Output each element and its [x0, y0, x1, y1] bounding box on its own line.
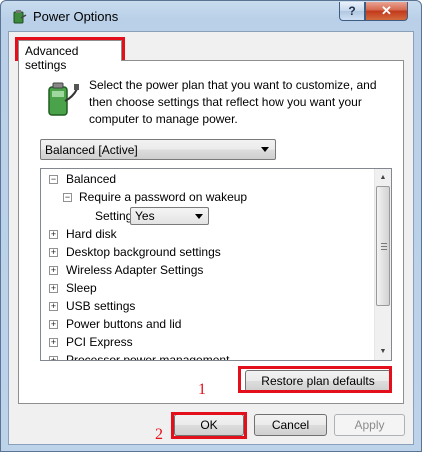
tree-item-label: PCI Express [66, 335, 133, 349]
settings-tree[interactable]: − Balanced − Require a password on wakeu… [40, 168, 392, 361]
expand-icon[interactable]: + [49, 356, 58, 360]
tree-label-password-wakeup: Require a password on wakeup [79, 190, 248, 204]
tree-row-password-wakeup[interactable]: − Require a password on wakeup [41, 188, 375, 206]
power-options-icon [13, 10, 27, 24]
tree-item-usb[interactable]: + USB settings [41, 297, 375, 315]
expand-icon[interactable]: + [49, 230, 58, 239]
tree-item-wireless-adapter[interactable]: + Wireless Adapter Settings [41, 261, 375, 279]
tree-item-power-buttons[interactable]: + Power buttons and lid [41, 315, 375, 333]
scrollbar-thumb[interactable] [376, 186, 390, 306]
scroll-down-icon[interactable]: ▼ [375, 343, 391, 360]
tree-item-label: USB settings [66, 299, 136, 313]
tree-label-balanced: Balanced [66, 172, 117, 186]
tree-item-label: Power buttons and lid [66, 317, 182, 331]
close-button[interactable]: ✕ [365, 2, 408, 21]
grip-line [381, 243, 387, 244]
tree-row-setting: Setting: Yes [41, 206, 375, 226]
power-options-window: Power Options ? ✕ Advanced settings Sele… [0, 0, 422, 452]
callout-number-2: 2 [155, 426, 163, 443]
collapse-icon[interactable]: − [49, 175, 58, 184]
collapse-icon[interactable]: − [63, 193, 72, 202]
restore-highlight-box [238, 366, 392, 393]
setting-value: Yes [135, 209, 155, 223]
power-plug-battery-icon [48, 82, 79, 116]
setting-dropdown[interactable]: Yes [130, 207, 209, 225]
tree-item-label: Processor power management [66, 353, 230, 361]
tree-item-label: Wireless Adapter Settings [66, 263, 204, 277]
tree-item-processor-power[interactable]: + Processor power management [41, 351, 375, 361]
tab-advanced-settings[interactable]: Advanced settings [18, 40, 122, 72]
power-plan-value: Balanced [Active] [45, 143, 138, 157]
help-button[interactable]: ? [339, 2, 365, 21]
ok-highlight-box [171, 412, 247, 439]
grip-line [381, 249, 387, 250]
tree-item-desktop-background[interactable]: + Desktop background settings [41, 243, 375, 261]
chevron-down-icon [195, 214, 203, 219]
tree-row-balanced[interactable]: − Balanced [41, 170, 375, 188]
tree-item-label: Sleep [66, 281, 97, 295]
window-title: Power Options [33, 9, 119, 24]
callout-number-1: 1 [198, 381, 206, 398]
power-plan-dropdown[interactable]: Balanced [Active] [40, 139, 276, 160]
expand-icon[interactable]: + [49, 284, 58, 293]
chevron-down-icon [261, 147, 269, 152]
expand-icon[interactable]: + [49, 320, 58, 329]
advanced-settings-panel: Select the power plan that you want to c… [18, 60, 404, 404]
expand-icon[interactable]: + [49, 248, 58, 257]
expand-icon[interactable]: + [49, 302, 58, 311]
expand-icon[interactable]: + [49, 338, 58, 347]
tree-item-sleep[interactable]: + Sleep [41, 279, 375, 297]
tree-item-pci-express[interactable]: + PCI Express [41, 333, 375, 351]
tree-item-label: Desktop background settings [66, 245, 221, 259]
cancel-button[interactable]: Cancel [254, 414, 327, 436]
grip-line [381, 246, 387, 247]
apply-button[interactable]: Apply [334, 414, 405, 436]
tree-scrollbar[interactable]: ▲ ▼ [374, 169, 391, 360]
title-bar[interactable]: Power Options ? ✕ [1, 1, 421, 31]
tree-item-label: Hard disk [66, 227, 117, 241]
tree-item-hard-disk[interactable]: + Hard disk [41, 225, 375, 243]
scroll-up-icon[interactable]: ▲ [375, 169, 391, 186]
dialog-client-area: Advanced settings Select the power plan … [8, 31, 414, 445]
plan-description: Select the power plan that you want to c… [89, 78, 377, 126]
expand-icon[interactable]: + [49, 266, 58, 275]
